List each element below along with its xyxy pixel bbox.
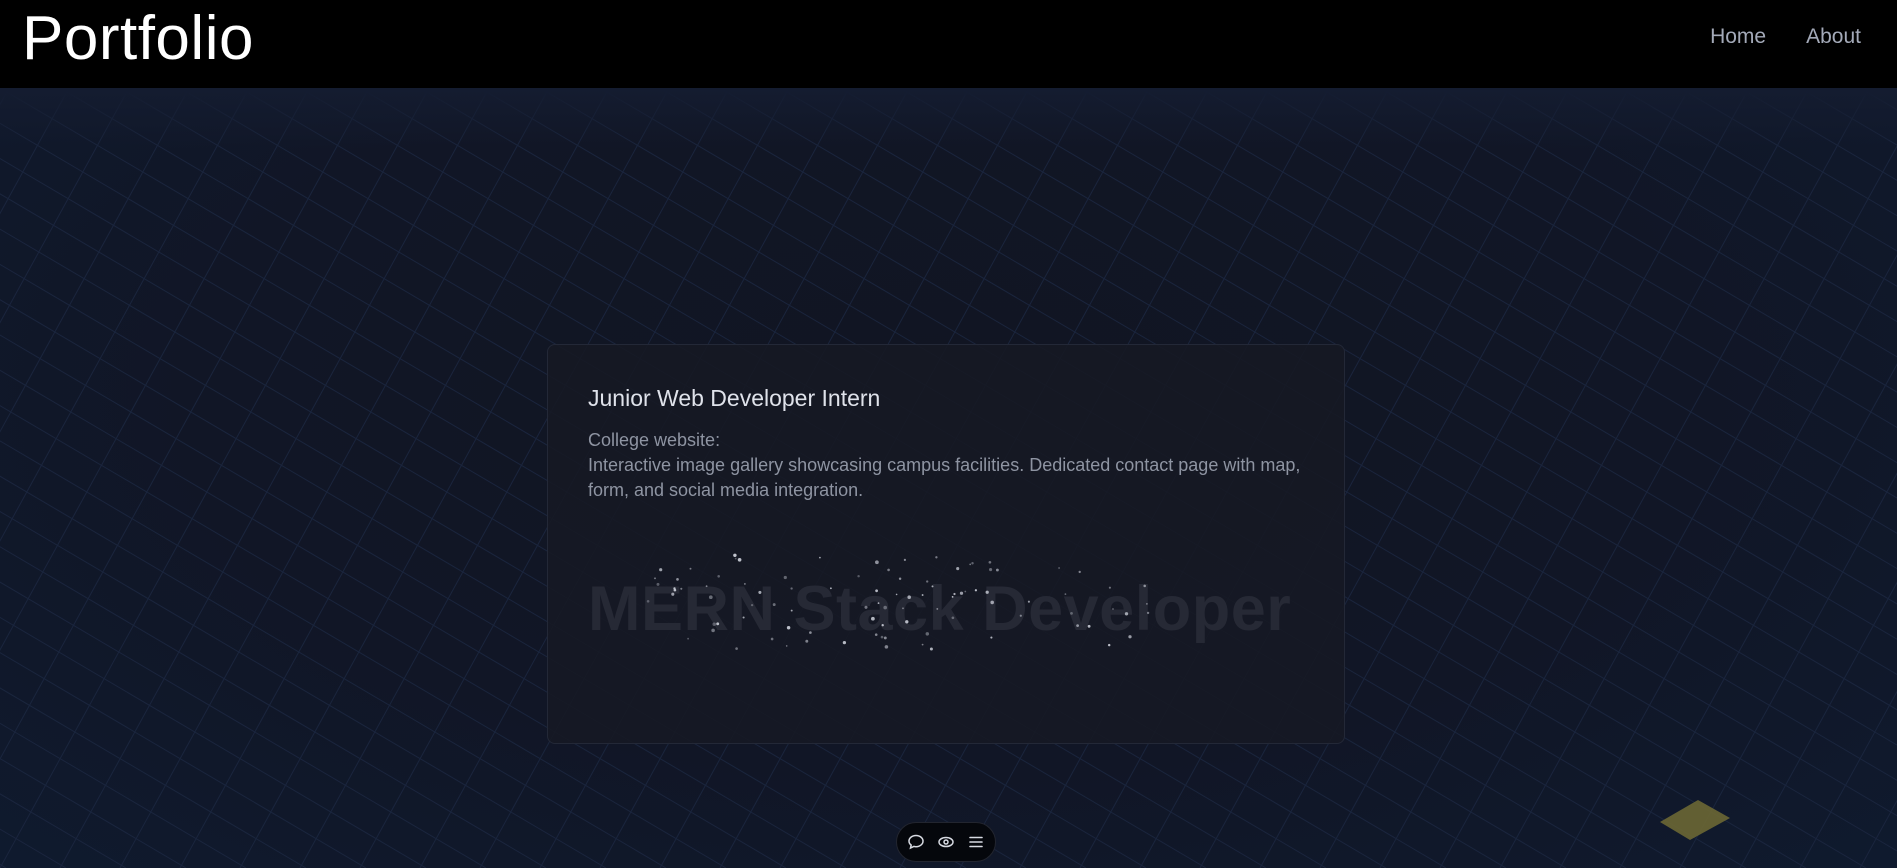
particle-dot [903,558,907,562]
grid-line [1319,88,1897,428]
particle-dot [884,645,889,649]
particle-dot [737,557,742,562]
horizon-glow [0,88,1897,148]
chat-bubble-icon [908,834,924,850]
grid-line [0,758,187,868]
particle-dot [988,560,992,564]
particle-dot [971,561,974,565]
particle-dot [785,645,788,647]
nav-link-home[interactable]: Home [1710,25,1766,49]
menu-icon [969,836,983,848]
particle-dot [989,568,993,572]
chat-button[interactable] [906,832,926,852]
particle-dot [733,553,737,558]
top-navbar: Portfolio Home About [0,0,1897,88]
floating-toolbar [896,822,996,862]
grid-line [1799,88,1897,146]
particle-dot [969,563,972,566]
floating-tile [1660,800,1730,840]
headline-text: MERN Stack Developer [588,574,1292,644]
particle-dot [956,567,960,571]
particle-dot [689,567,692,570]
particle-dot [929,647,933,651]
nav-link-about[interactable]: About [1806,25,1861,49]
particle-dot [735,647,738,650]
nav-links: Home About [1710,25,1861,49]
particle-dot [1058,567,1061,569]
particle-dot [734,557,737,560]
card-subtitle: College website: [588,430,721,450]
view-button[interactable] [936,832,956,852]
grid-line [0,828,67,868]
particle-dot [659,568,663,572]
grid-line [1439,88,1897,358]
particle-dot [935,556,938,559]
eye-icon [938,836,954,848]
card-description: Interactive image gallery showcasing cam… [588,455,1301,500]
menu-button[interactable] [966,832,986,852]
grid-line [0,687,307,868]
grid-line [1799,690,1897,868]
experience-card: Junior Web Developer Intern College webs… [547,344,1345,744]
card-title: Junior Web Developer Intern [588,385,881,411]
particle-dot [875,560,879,565]
particle-dot [887,568,890,572]
grid-line [0,546,547,868]
site-brand[interactable]: Portfolio [22,8,254,70]
particle-dot [819,556,821,559]
particle-dot [995,568,999,572]
grid-line [1499,88,1897,323]
